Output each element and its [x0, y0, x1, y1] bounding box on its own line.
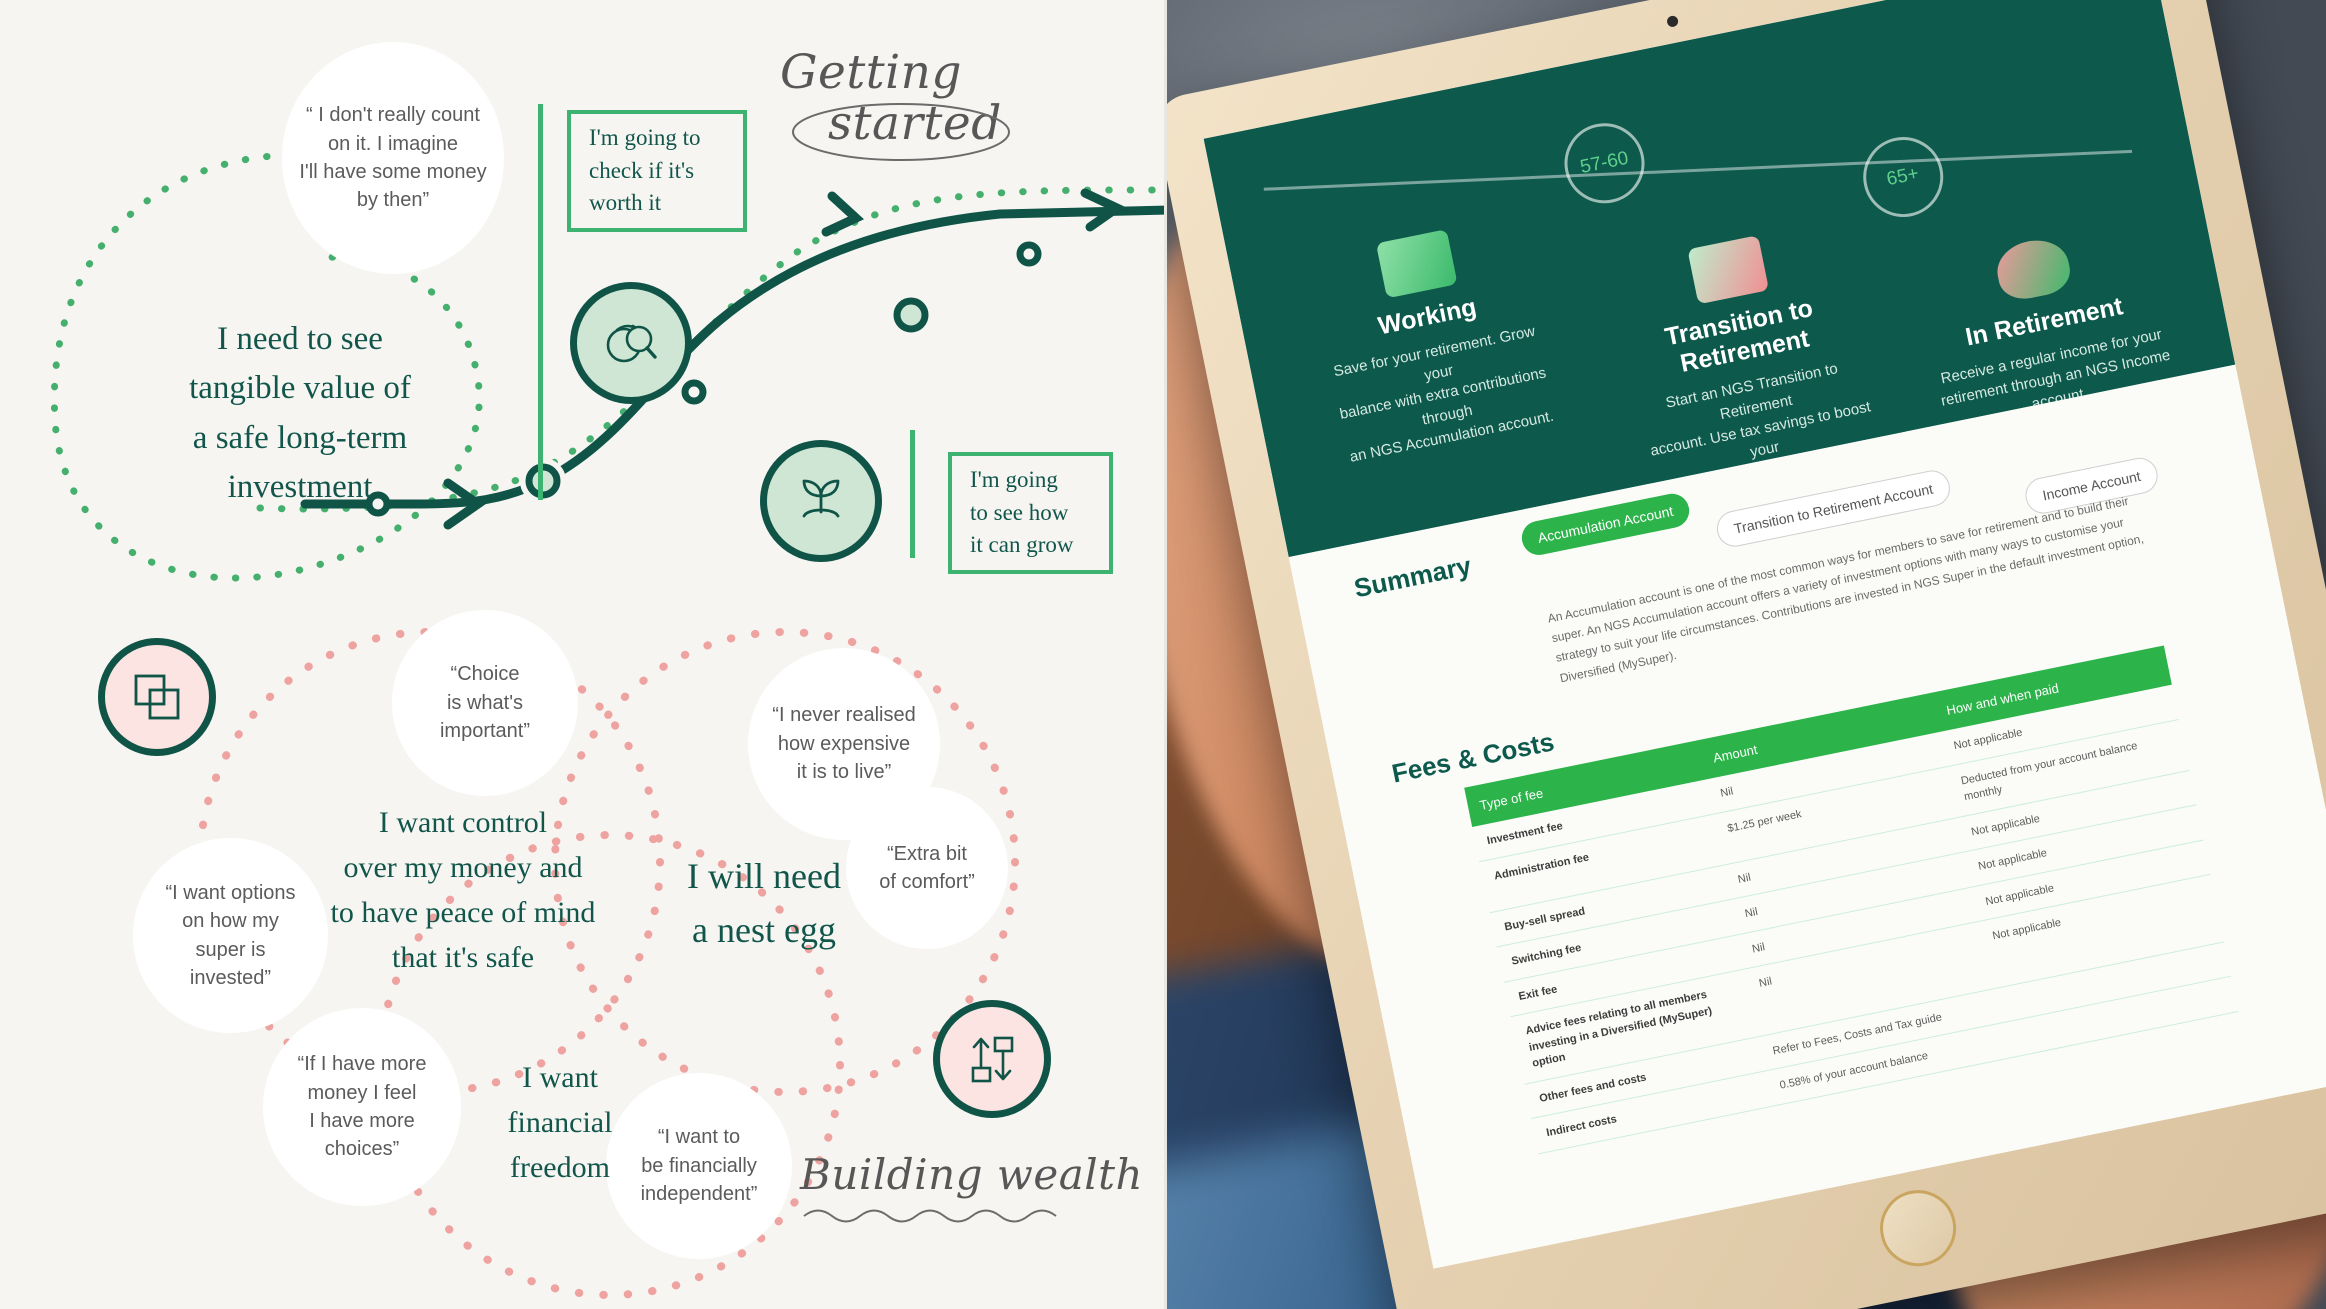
home-button[interactable] — [1873, 1183, 1963, 1274]
handwritten-squiggle-underline — [803, 1209, 1057, 1223]
handwritten-line-1: Getting — [780, 45, 963, 100]
quote-bubble-more-money-choices: “If I have more money I feel I have more… — [263, 1008, 461, 1206]
hero-age-label: 65+ — [1884, 162, 1921, 190]
overlapping-squares-icon — [134, 674, 180, 720]
intent-box-check-worth: I'm going to check if it's worth it — [567, 110, 747, 232]
statement-text: I need to see tangible value of a safe l… — [189, 320, 411, 506]
journey-node-big-2 — [893, 297, 929, 333]
journey-node-big-1 — [525, 463, 561, 499]
icon-circle-review-magnifier[interactable] — [570, 282, 692, 404]
up-down-arrows-icon — [971, 1036, 1014, 1083]
sprout-icon — [802, 479, 840, 518]
handwritten-building-wealth: Building wealth — [800, 1150, 1144, 1223]
hero-age-marker-2: 65+ — [1855, 129, 1950, 224]
icon-circle-growth-sprout[interactable] — [760, 440, 882, 562]
handwritten-line: Building wealth — [800, 1150, 1144, 1199]
quote-bubble-dont-count: “ I don't really count on it. I imagine … — [282, 42, 504, 274]
statement-text: I want financial freedom — [507, 1061, 613, 1184]
handwritten-ellipse-underline — [792, 103, 1010, 161]
hands-holding-icon — [1687, 235, 1769, 305]
tablet-bezel: 57-60 65+ Working Save for your retireme… — [1164, 0, 2326, 1309]
vertical-rule-1 — [538, 104, 543, 500]
hero-age-label: 57-60 — [1578, 147, 1631, 179]
handwritten-getting-started: Getting started — [780, 45, 1010, 161]
person-relaxing-icon — [1992, 233, 2075, 304]
tablet-photo-panel: 57-60 65+ Working Save for your retireme… — [1164, 0, 2326, 1309]
journey-arrow-2 — [821, 191, 865, 237]
quote-text: “I want options on how my super is inves… — [165, 881, 296, 989]
piggy-bank-icon — [1375, 228, 1458, 299]
statement-want-control: I want control over my money and to have… — [278, 755, 648, 980]
hero-timeline-line — [1263, 149, 2132, 191]
front-camera-icon — [1665, 14, 1679, 28]
statement-text: I want control over my money and to have… — [330, 806, 596, 974]
vertical-rule-2 — [910, 430, 915, 558]
statement-financial-freedom: I want financial freedom — [455, 1010, 665, 1190]
infographic-canvas: “ I don't really count on it. I imagine … — [0, 0, 2326, 1309]
hero-stage-working: Working Save for your retirement. Grow y… — [1297, 213, 1567, 471]
tablet-device[interactable]: 57-60 65+ Working Save for your retireme… — [1164, 0, 2326, 1309]
intent-box-text: I'm going to check if it's worth it — [589, 125, 701, 216]
hero-age-marker-1: 57-60 — [1557, 116, 1652, 211]
icon-circle-overlap-squares[interactable] — [98, 638, 216, 756]
tab-label: Accumulation Account — [1536, 502, 1675, 547]
tablet-screen[interactable]: 57-60 65+ Working Save for your retireme… — [1203, 0, 2326, 1269]
quote-text: “If I have more money I feel I have more… — [297, 1053, 427, 1161]
intent-box-see-grow: I'm going to see how it can grow — [948, 452, 1113, 574]
quote-text: “Choice is what's important” — [439, 663, 531, 743]
summary-heading: Summary — [1351, 550, 1474, 604]
fees-table: Type of fee Amount How and when paid Inv… — [1463, 645, 2239, 1154]
statement-tangible-value: I need to see tangible value of a safe l… — [110, 265, 490, 513]
journey-node-small-2 — [681, 379, 707, 405]
icon-circle-transfer-arrows[interactable] — [933, 1000, 1051, 1118]
statement-nest-egg: I will need a nest egg — [620, 795, 908, 957]
statement-text: I will need a nest egg — [687, 856, 841, 950]
panel-divider — [1164, 0, 1167, 1309]
quote-text: “ I don't really count on it. I imagine … — [299, 104, 487, 212]
journey-node-small-3 — [1016, 241, 1042, 267]
journey-map-panel: “ I don't really count on it. I imagine … — [0, 0, 1164, 1309]
magnifier-refresh-icon — [606, 324, 657, 363]
intent-box-text: I'm going to see how it can grow — [970, 467, 1074, 558]
tab-label: Transition to Retirement Account — [1732, 480, 1935, 537]
quote-text: “I never realised how expensive it is to… — [772, 704, 916, 784]
